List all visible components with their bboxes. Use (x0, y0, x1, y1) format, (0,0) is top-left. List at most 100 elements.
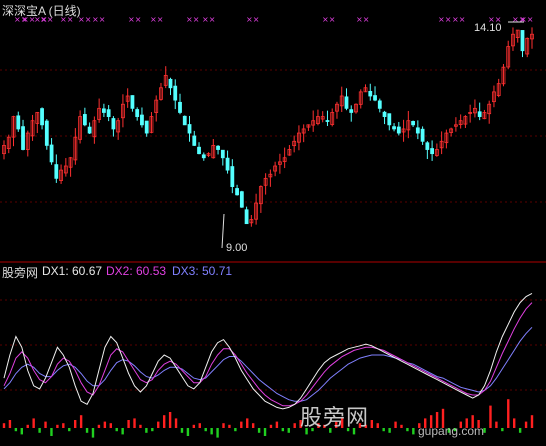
low-price-label: 9.00 (226, 242, 248, 254)
histogram-bar (222, 423, 225, 428)
histogram-bar (388, 428, 391, 433)
histogram-bar (73, 420, 77, 428)
price-arrows (221, 21, 524, 249)
watermark-site: 股旁网 (300, 405, 370, 430)
signal-marker: ×× (438, 15, 451, 24)
histogram-bar (109, 423, 112, 428)
histogram-bar (127, 420, 130, 428)
histogram-bar (103, 421, 107, 428)
candle-body (49, 144, 54, 163)
histogram-bar (216, 428, 219, 438)
histogram-bar (115, 428, 118, 432)
histogram-bar (234, 428, 237, 432)
histogram-bar (20, 428, 23, 435)
histogram-bar (85, 428, 89, 433)
histogram-bar (121, 428, 124, 435)
candle-body (173, 85, 178, 101)
candle-body (420, 128, 425, 142)
candle-body (182, 115, 187, 126)
candle-body (111, 118, 116, 130)
histogram-bar (281, 428, 285, 432)
histogram-bar (204, 428, 207, 432)
histogram-bar (251, 423, 255, 428)
histogram-bar (263, 428, 267, 436)
histogram-bar (382, 428, 385, 432)
candle-body (21, 126, 25, 150)
candle-body (101, 108, 106, 113)
histogram-bar (8, 420, 12, 428)
candle-body (87, 126, 92, 134)
candle-body (130, 95, 135, 109)
histogram-bar (489, 405, 492, 428)
histogram-bar (50, 428, 53, 436)
candle-body (392, 126, 396, 130)
histogram-bar (157, 421, 160, 428)
candlestick-series (2, 27, 534, 227)
dx3-line (3, 326, 533, 402)
candle-body (349, 109, 354, 113)
signal-marker: ×× (356, 15, 369, 24)
histogram-bar (210, 428, 213, 435)
candle-body (377, 100, 382, 109)
candle-body (387, 113, 392, 126)
signal-marker: ×× (92, 15, 105, 24)
candle-body (40, 108, 44, 126)
dx3-value: DX3: 50.71 (172, 264, 233, 278)
histogram-bar (406, 428, 409, 432)
histogram-bar (275, 421, 279, 428)
stock-chart[interactable]: ×××××××× ×× ×× ×× ×× ×× ×× ×× ×× ×× ×× ×× ×× ×× ×××× (0, 0, 546, 446)
dx1-value: DX1: 60.67 (42, 264, 103, 278)
histogram-bar (513, 418, 516, 428)
histogram-bar (412, 428, 415, 435)
signal-markers: ×××××××× ×× ×× ×× ×× ×× ×× ×× ×× ×× ×× ×× ×× ×× ×××× (14, 15, 533, 24)
candle-body (187, 124, 192, 134)
histogram-bar (186, 428, 190, 436)
candle-body (244, 209, 249, 225)
histogram-bar (246, 418, 249, 428)
signal-marker: ×× (128, 15, 141, 24)
signal-marker: ×× (246, 15, 259, 24)
histogram-bar (139, 424, 142, 428)
candle-body (197, 146, 201, 155)
signal-marker: ×× (150, 15, 163, 24)
candle-body (16, 115, 21, 130)
histogram-bar (174, 418, 178, 428)
candle-body (430, 148, 435, 155)
candle-body (325, 120, 330, 122)
candle-body (368, 90, 373, 97)
candle-body (106, 109, 111, 117)
candle-body (220, 149, 225, 159)
signal-marker: ×× (202, 15, 215, 24)
watermark-url: gupang.com (418, 424, 485, 438)
histogram-bar (370, 420, 374, 428)
histogram-bar (91, 428, 95, 438)
histogram-bar (26, 424, 29, 428)
histogram-bar (501, 428, 504, 432)
candle-body (135, 109, 140, 117)
candle-body (396, 126, 401, 134)
stock-title: 深深宝A (日线) (2, 4, 81, 18)
high-price-label: 14.10 (474, 22, 502, 34)
histogram-bar (376, 423, 379, 428)
histogram-bar (2, 423, 6, 428)
dx1-line (3, 292, 533, 410)
histogram-bar (38, 428, 41, 433)
histogram-bar (240, 421, 243, 428)
candle-body (230, 166, 235, 187)
histogram-bar (151, 428, 154, 432)
histogram-bar (287, 428, 290, 433)
histogram-bar (518, 428, 522, 433)
histogram-bar (524, 421, 528, 428)
candle-body (415, 127, 420, 134)
dx2-line (3, 302, 533, 407)
histogram-bar (44, 421, 47, 428)
candle-body (225, 157, 230, 171)
histogram-bar (495, 421, 498, 428)
signal-marker: ×× (322, 15, 335, 24)
histogram-bar (257, 428, 261, 433)
dx2-value: DX2: 60.53 (106, 264, 167, 278)
histogram-bar (133, 418, 136, 428)
signal-marker: ×× (186, 15, 199, 24)
histogram-bar (145, 428, 148, 433)
histogram-bar (162, 415, 166, 428)
